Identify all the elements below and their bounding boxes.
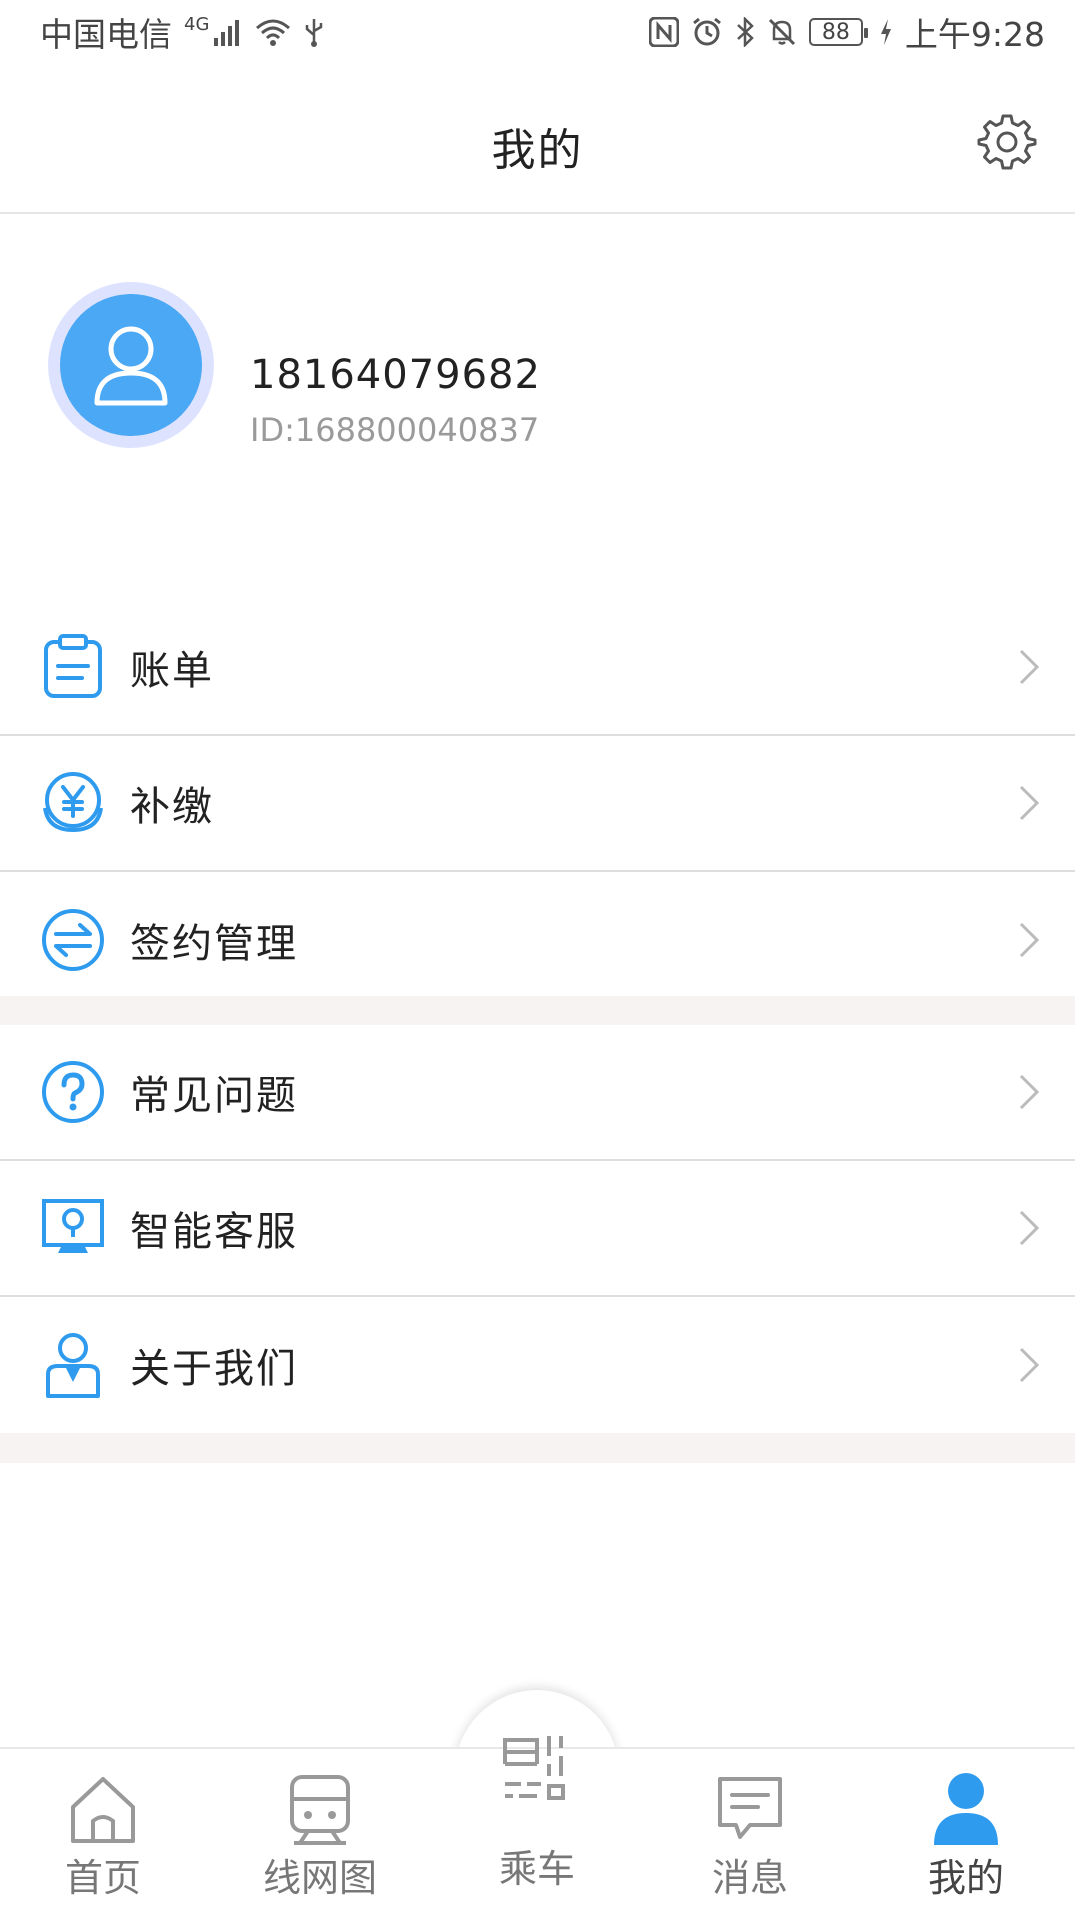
- top-header: 我的: [0, 64, 1075, 214]
- user-id: ID:168800040837: [250, 411, 540, 449]
- chevron-right-icon: [1019, 1210, 1040, 1246]
- menu-label-bill: 账单: [130, 648, 214, 694]
- nav-ride[interactable]: 乘车: [455, 1690, 619, 1915]
- battery-level: 88: [821, 19, 850, 45]
- user-icon: [934, 1773, 998, 1845]
- bill-icon: [40, 634, 106, 700]
- wifi-icon: [255, 18, 291, 46]
- chevron-right-icon: [1019, 922, 1040, 958]
- menu-label-customer-service: 智能客服: [130, 1209, 298, 1255]
- chevron-right-icon: [1019, 785, 1040, 821]
- chevron-right-icon: [1019, 1074, 1040, 1110]
- user-avatar-icon: [94, 326, 168, 406]
- bluetooth-icon: [735, 17, 755, 47]
- mute-bell-icon: [767, 17, 797, 47]
- gear-icon: [977, 114, 1037, 170]
- menu-group-support: 常见问题 智能客服 关于我们: [0, 1025, 1075, 1433]
- menu-item-repay[interactable]: 补缴: [0, 736, 1075, 872]
- home-icon: [71, 1777, 135, 1843]
- avatar[interactable]: [48, 282, 214, 448]
- profile-section[interactable]: 18164079682 ID:168800040837: [0, 214, 1075, 594]
- menu-item-about[interactable]: 关于我们: [0, 1297, 1075, 1433]
- ride-qr-icon: [503, 1736, 565, 1800]
- nav-home[interactable]: 首页: [23, 1749, 183, 1917]
- battery-indicator: 88: [808, 18, 868, 46]
- exchange-icon: [40, 907, 106, 973]
- nav-label-ride: 乘车: [498, 1847, 575, 1891]
- nav-label-mine: 我的: [927, 1856, 1004, 1900]
- menu-item-faq[interactable]: 常见问题: [0, 1025, 1075, 1161]
- nav-label-messages: 消息: [711, 1856, 788, 1900]
- status-left: 中国电信 4G: [40, 8, 325, 56]
- customer-service-icon: [40, 1195, 106, 1261]
- nav-label-home: 首页: [64, 1856, 141, 1900]
- user-phone: 18164079682: [250, 352, 541, 398]
- section-divider: [0, 996, 1075, 1026]
- yuan-coin-icon: [40, 770, 106, 836]
- menu-item-contract[interactable]: 签约管理: [0, 872, 1075, 1008]
- about-user-icon: [40, 1332, 106, 1398]
- network-type: 4G: [184, 14, 210, 35]
- nav-label-line-map: 线网图: [262, 1856, 377, 1900]
- settings-button[interactable]: [977, 112, 1037, 172]
- avatar-circle: [60, 294, 202, 436]
- chevron-right-icon: [1019, 1347, 1040, 1383]
- menu-label-about: 关于我们: [130, 1346, 298, 1392]
- alarm-icon: [691, 16, 723, 48]
- menu-item-bill[interactable]: 账单: [0, 600, 1075, 736]
- question-icon: [40, 1059, 106, 1125]
- section-divider: [0, 1433, 1075, 1463]
- menu-item-customer-service[interactable]: 智能客服: [0, 1161, 1075, 1297]
- menu-group-account: 账单 补缴 签约管理: [0, 600, 1075, 1008]
- status-bar: 中国电信 4G 88 上午9:28: [0, 0, 1075, 64]
- nfc-icon: [648, 17, 679, 47]
- signal-icon: [213, 18, 243, 46]
- carrier-name: 中国电信: [40, 15, 172, 54]
- message-icon: [718, 1777, 782, 1839]
- nav-mine[interactable]: 我的: [886, 1749, 1046, 1917]
- menu-label-repay: 补缴: [130, 784, 214, 830]
- nav-messages[interactable]: 消息: [670, 1749, 830, 1917]
- page-title: 我的: [491, 125, 584, 176]
- menu-label-contract: 签约管理: [130, 921, 298, 967]
- menu-label-faq: 常见问题: [130, 1073, 298, 1119]
- charging-icon: [879, 18, 893, 46]
- chevron-right-icon: [1019, 649, 1040, 685]
- nav-line-map[interactable]: 线网图: [240, 1749, 400, 1917]
- usb-icon: [303, 17, 325, 47]
- clock-time: 上午9:28: [904, 15, 1045, 54]
- train-icon: [290, 1775, 350, 1845]
- status-right: 88 上午9:28: [648, 8, 1045, 56]
